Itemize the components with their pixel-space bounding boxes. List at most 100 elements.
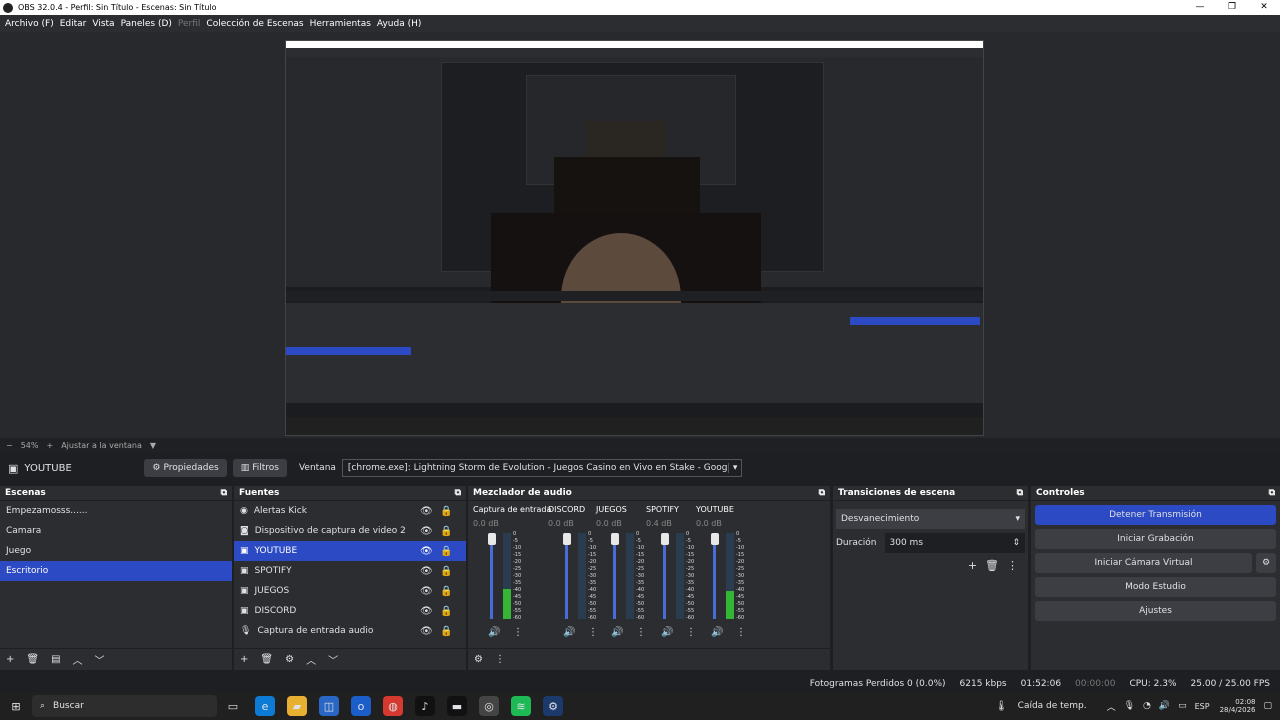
speaker-icon[interactable]: 🔊 <box>563 627 575 638</box>
outlook-icon[interactable]: o <box>351 696 371 716</box>
move-up-icon[interactable]: ︿ <box>73 652 83 667</box>
lock-icon[interactable]: 🔒 <box>440 506 452 517</box>
battery-icon[interactable]: ▭ <box>1178 701 1187 711</box>
dock-float-icon[interactable]: ⧉ <box>1269 488 1275 498</box>
tiktok-icon[interactable]: ♪ <box>415 696 435 716</box>
spotify-icon[interactable]: ≋ <box>511 696 531 716</box>
trash-icon[interactable]: 🗑 <box>260 654 273 665</box>
move-down-icon[interactable]: ﹀ <box>95 652 105 667</box>
source-item[interactable]: 🎙 Captura de entrada audio 👁 🔒 <box>234 621 466 641</box>
lock-icon[interactable]: 🔒 <box>440 606 452 617</box>
dock-float-icon[interactable]: ⧉ <box>221 488 227 498</box>
volume-slider-knob[interactable] <box>661 533 669 545</box>
windows-start-icon[interactable]: ⊞ <box>6 696 26 716</box>
source-item[interactable]: ▣ DISCORD 👁 🔒 <box>234 601 466 621</box>
zoom-in-button[interactable]: + <box>46 441 53 450</box>
minimize-button[interactable]: — <box>1184 0 1216 15</box>
menu-vista[interactable]: Vista <box>92 19 114 29</box>
close-button[interactable]: ✕ <box>1248 0 1280 15</box>
move-up-icon[interactable]: ︿ <box>306 652 316 667</box>
source-item[interactable]: ▣ SPOTIFY 👁 🔒 <box>234 561 466 581</box>
taskbar-search[interactable]: ⌕ Buscar <box>32 695 217 717</box>
eye-icon[interactable]: 👁 <box>420 546 433 557</box>
lock-icon[interactable]: 🔒 <box>440 566 452 577</box>
advanced-audio-icon[interactable]: ⚙ <box>474 654 483 665</box>
kebab-menu-icon[interactable]: ⋮ <box>736 627 746 638</box>
menu-editar[interactable]: Editar <box>60 19 87 29</box>
menu-paneles[interactable]: Paneles (D) <box>121 19 172 29</box>
move-down-icon[interactable]: ﹀ <box>328 652 338 667</box>
kebab-menu-icon[interactable]: ⋮ <box>495 654 505 665</box>
eye-icon[interactable]: 👁 <box>420 606 433 617</box>
weather-text[interactable]: Caída de temp. <box>1018 701 1087 711</box>
speaker-icon[interactable]: 🔊 <box>661 627 673 638</box>
menu-perfil[interactable]: Perfil <box>178 19 201 29</box>
stepper-icon[interactable]: ⇕ <box>1012 538 1020 548</box>
properties-button[interactable]: ⚙ Propiedades <box>144 459 227 477</box>
scene-item[interactable]: Juego <box>0 541 232 561</box>
scene-item-selected[interactable]: Escritorio <box>0 561 232 581</box>
file-explorer-icon[interactable]: ▰ <box>287 696 307 716</box>
studio-mode-button[interactable]: Modo Estudio <box>1035 577 1276 597</box>
wifi-icon[interactable]: ◔ <box>1143 701 1151 711</box>
weather-icon[interactable]: 🌡 <box>995 701 1008 712</box>
eye-icon[interactable]: 👁 <box>420 626 433 637</box>
dock-float-icon[interactable]: ⧉ <box>819 488 825 498</box>
scene-item[interactable]: Empezamosss...... <box>0 501 232 521</box>
obs-icon[interactable]: ◎ <box>479 696 499 716</box>
source-item[interactable]: ▣ JUEGOS 👁 🔒 <box>234 581 466 601</box>
steam-icon[interactable]: ⚙ <box>543 696 563 716</box>
add-icon[interactable]: + <box>968 559 977 572</box>
volume-slider[interactable] <box>663 533 666 619</box>
speaker-icon[interactable]: 🔊 <box>711 627 723 638</box>
source-item-selected[interactable]: ▣ YOUTUBE 👁 🔒 <box>234 541 466 561</box>
volume-slider[interactable] <box>490 533 493 619</box>
settings-button[interactable]: Ajustes <box>1035 601 1276 621</box>
notification-icon[interactable]: ▢ <box>1263 701 1272 711</box>
volume-slider[interactable] <box>613 533 616 619</box>
store-icon[interactable]: ◫ <box>319 696 339 716</box>
filter-icon[interactable]: ▤ <box>51 654 60 665</box>
edge-icon[interactable]: e <box>255 696 275 716</box>
task-view-icon[interactable]: ▭ <box>223 696 243 716</box>
trash-icon[interactable]: 🗑 <box>26 654 39 665</box>
menu-coleccion[interactable]: Colección de Escenas <box>206 19 303 29</box>
transition-select[interactable]: Desvanecimiento ▾ <box>836 509 1025 529</box>
volume-slider-knob[interactable] <box>711 533 719 545</box>
speaker-icon[interactable]: 🔊 <box>611 627 623 638</box>
lock-icon[interactable]: 🔒 <box>440 546 452 557</box>
menu-archivo[interactable]: Archivo (F) <box>5 19 54 29</box>
eye-icon[interactable]: 👁 <box>420 526 433 537</box>
gear-icon[interactable]: ⚙ <box>1256 553 1276 573</box>
volume-slider-knob[interactable] <box>611 533 619 545</box>
lock-icon[interactable]: 🔒 <box>440 626 452 637</box>
app-icon[interactable]: ▬ <box>447 696 467 716</box>
stop-stream-button[interactable]: Detener Transmisión <box>1035 505 1276 525</box>
source-item[interactable]: ◉ Alertas Kick 👁 🔒 <box>234 501 466 521</box>
add-icon[interactable]: + <box>6 654 14 665</box>
kebab-menu-icon[interactable]: ⋮ <box>588 627 598 638</box>
kebab-menu-icon[interactable]: ⋮ <box>1007 559 1018 572</box>
tray-chevron-icon[interactable]: ︿ <box>1107 700 1116 713</box>
lock-icon[interactable]: 🔒 <box>440 526 452 537</box>
virtual-camera-button[interactable]: Iniciar Cámara Virtual <box>1035 553 1252 573</box>
start-recording-button[interactable]: Iniciar Grabación <box>1035 529 1276 549</box>
filters-button[interactable]: ▥ Filtros <box>232 459 287 477</box>
dock-float-icon[interactable]: ⧉ <box>1017 488 1023 498</box>
clock[interactable]: 02:08 28/4/2026 <box>1220 698 1256 714</box>
chrome-icon[interactable]: ◍ <box>383 696 403 716</box>
zoom-out-button[interactable]: − <box>6 441 13 450</box>
maximize-button[interactable]: ❐ <box>1216 0 1248 15</box>
chevron-down-icon[interactable]: ▼ <box>150 441 156 450</box>
add-icon[interactable]: + <box>240 654 248 665</box>
volume-slider[interactable] <box>565 533 568 619</box>
eye-icon[interactable]: 👁 <box>420 566 433 577</box>
eye-icon[interactable]: 👁 <box>420 586 433 597</box>
volume-icon[interactable]: 🔊 <box>1159 701 1170 711</box>
microphone-icon[interactable]: 🎙 <box>1124 701 1135 711</box>
preview-canvas[interactable] <box>0 32 1280 438</box>
volume-slider-knob[interactable] <box>488 533 496 545</box>
lock-icon[interactable]: 🔒 <box>440 586 452 597</box>
scene-item[interactable]: Camara <box>0 521 232 541</box>
menu-herramientas[interactable]: Herramientas <box>310 19 371 29</box>
